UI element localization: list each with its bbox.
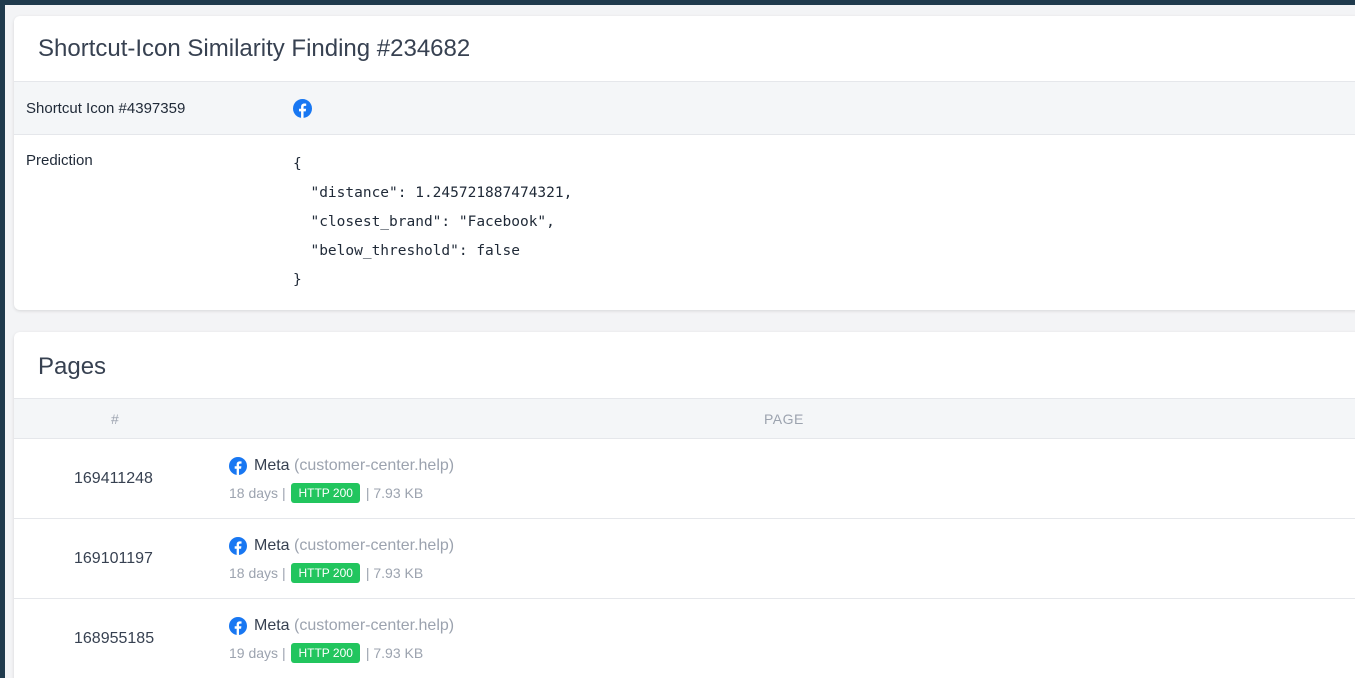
table-row: 169101197 Meta (customer-center.help) 18… [14,519,1355,599]
window-left-border [0,0,5,678]
facebook-icon [229,457,247,475]
page-size: 7.93 KB [373,645,424,661]
facebook-icon [293,99,312,118]
prediction-label: Prediction [26,152,93,169]
page-domain: (customer-center.help) [294,457,455,474]
meta-separator: | [281,565,286,581]
status-badge: HTTP 200 [291,483,360,503]
column-header-number: # [111,411,120,427]
facebook-icon [229,617,247,635]
page-link[interactable]: Meta (customer-center.help) [254,617,454,635]
table-row: 169411248 Meta (customer-center.help) 18… [14,439,1355,519]
column-header-page: PAGE [764,411,804,427]
meta-separator: | [365,485,370,501]
page-age: 18 days [229,485,279,501]
json-line: } [293,272,302,288]
page-id[interactable]: 168955185 [74,630,154,648]
facebook-icon [229,537,247,555]
json-line: { [293,156,302,172]
json-line: "closest_brand": "Facebook", [293,214,555,230]
meta-separator: | [281,485,286,501]
page-link[interactable]: Meta (customer-center.help) [254,457,454,475]
meta-separator: | [365,565,370,581]
page-frame: Shortcut-Icon Similarity Finding #234682… [0,0,1355,678]
prediction-json: { "distance": 1.245721887474321, "closes… [293,150,572,295]
page-age: 18 days [229,565,279,581]
page-size: 7.93 KB [373,485,424,501]
shortcut-icon-label[interactable]: Shortcut Icon #4397359 [26,100,185,117]
shortcut-icon-row: Shortcut Icon #4397359 [14,81,1355,135]
page-domain: (customer-center.help) [294,537,455,554]
page-meta: 19 days | HTTP 200 | 7.93 KB [229,643,423,663]
page-title[interactable]: Meta [254,617,290,634]
pages-table-header: # PAGE [14,398,1355,439]
status-badge: HTTP 200 [291,643,360,663]
page-id[interactable]: 169101197 [74,550,153,568]
pages-title: Pages [38,353,107,380]
status-badge: HTTP 200 [291,563,360,583]
finding-title: Shortcut-Icon Similarity Finding #234682 [38,35,471,62]
json-line: "below_threshold": false [293,243,520,259]
meta-separator: | [281,645,286,661]
page-meta: 18 days | HTTP 200 | 7.93 KB [229,483,423,503]
page-link[interactable]: Meta (customer-center.help) [254,537,454,555]
finding-card: Shortcut-Icon Similarity Finding #234682… [14,16,1355,310]
page-size: 7.93 KB [373,565,424,581]
page-meta: 18 days | HTTP 200 | 7.93 KB [229,563,423,583]
page-age: 19 days [229,645,279,661]
table-row: 168955185 Meta (customer-center.help) 19… [14,599,1355,678]
page-id[interactable]: 169411248 [74,470,153,488]
page-title[interactable]: Meta [254,537,290,554]
json-line: "distance": 1.245721887474321, [293,185,573,201]
page-domain: (customer-center.help) [294,617,455,634]
pages-card: Pages # PAGE 169411248 Meta (customer-ce… [14,332,1355,678]
meta-separator: | [365,645,370,661]
page-title[interactable]: Meta [254,457,290,474]
window-top-border [0,0,1355,5]
